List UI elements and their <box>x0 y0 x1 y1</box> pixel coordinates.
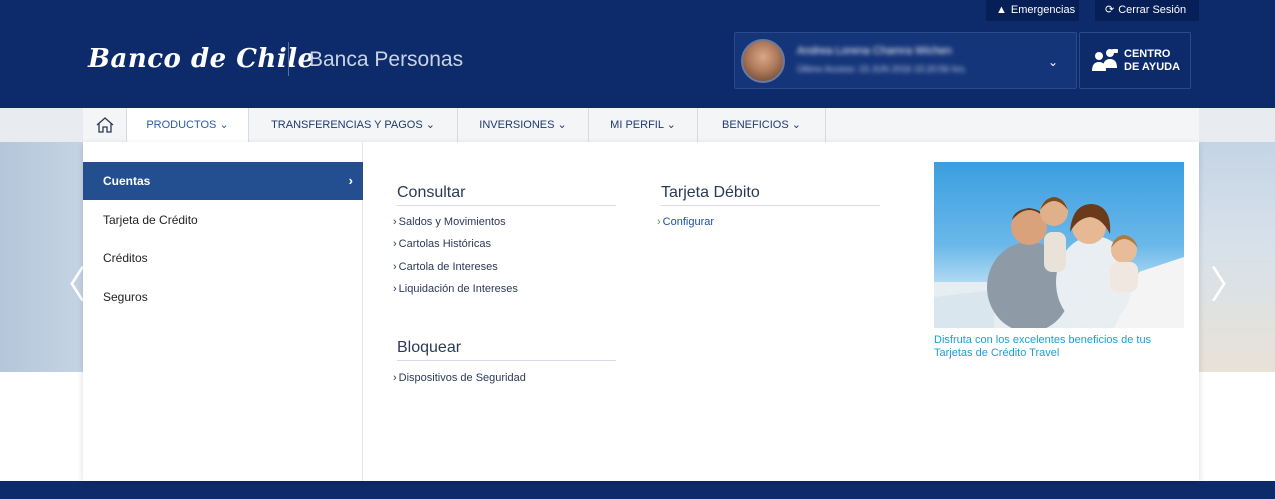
cerrar-sesion-button[interactable]: ⟳ Cerrar Sesión <box>1095 0 1199 21</box>
main-nav: PRODUCTOS ⌄ TRANSFERENCIAS Y PAGOS ⌄ INV… <box>0 108 1275 142</box>
help-label-line1: CENTRO <box>1124 48 1171 60</box>
emergencias-button[interactable]: ▲ Emergencias <box>986 0 1079 21</box>
chevron-left-icon[interactable]: 〈 <box>48 254 86 309</box>
warning-icon: ▲ <box>996 4 1007 16</box>
bank-logo[interactable]: Banco de Chile <box>88 44 315 74</box>
footer-bar <box>0 481 1275 499</box>
link-configurar[interactable]: › Configurar <box>657 216 714 228</box>
category-seguros[interactable]: Seguros <box>83 278 363 316</box>
category-creditos[interactable]: Créditos <box>83 239 363 277</box>
nav-transferencias-y-pagos[interactable]: TRANSFERENCIAS Y PAGOS ⌄ <box>249 108 458 142</box>
home-button[interactable] <box>83 108 127 142</box>
chevron-right-icon[interactable]: 〉 <box>1210 254 1248 309</box>
products-mega-menu: Cuentas › Tarjeta de Crédito Créditos Se… <box>83 142 1199 481</box>
nav-inversiones[interactable]: INVERSIONES ⌄ <box>458 108 589 142</box>
promo-link[interactable]: Disfruta con los excelentes beneficios d… <box>934 334 1184 360</box>
chevron-right-icon: › <box>348 173 353 188</box>
category-tarjeta-de-credito[interactable]: Tarjeta de Crédito <box>83 201 363 239</box>
people-icon <box>1092 49 1118 71</box>
link-saldos-y-movimientos[interactable]: › Saldos y Movimientos <box>393 216 506 228</box>
category-list: Cuentas › Tarjeta de Crédito Créditos Se… <box>83 142 363 481</box>
logo-divider <box>288 42 289 76</box>
nav-mi-perfil[interactable]: MI PERFIL ⌄ <box>589 108 698 142</box>
home-icon <box>96 117 113 133</box>
header: ▲ Emergencias ⟳ Cerrar Sesión Banco de C… <box>0 0 1275 108</box>
link-cartola-de-intereses[interactable]: › Cartola de Intereses <box>393 261 498 273</box>
category-cuentas[interactable]: Cuentas › <box>83 162 363 200</box>
consultar-heading: Consultar <box>397 184 616 206</box>
last-access: Último Acceso: 23 JUN 2016 15:20:56 hrs. <box>797 64 967 74</box>
nav-beneficios[interactable]: BENEFICIOS ⌄ <box>698 108 826 142</box>
link-dispositivos-de-seguridad[interactable]: › Dispositivos de Seguridad <box>393 372 526 384</box>
help-label-line2: DE AYUDA <box>1124 61 1181 73</box>
family-photo <box>934 197 1184 328</box>
chevron-down-icon[interactable]: ⌄ <box>1048 55 1058 69</box>
link-liquidacion-de-intereses[interactable]: › Liquidación de Intereses <box>393 283 518 295</box>
tarjeta-debito-heading: Tarjeta Débito <box>661 184 880 206</box>
bloquear-heading: Bloquear <box>397 339 616 361</box>
promo-image[interactable] <box>934 162 1184 328</box>
user-menu[interactable]: Andrea Lorena Chamra Wichen Último Acces… <box>734 32 1077 89</box>
nav-productos[interactable]: PRODUCTOS ⌄ <box>127 108 249 142</box>
user-name: Andrea Lorena Chamra Wichen <box>797 45 952 57</box>
help-center-button[interactable]: CENTRO DE AYUDA <box>1079 32 1191 89</box>
logout-icon: ⟳ <box>1105 4 1115 16</box>
link-cartolas-historicas[interactable]: › Cartolas Históricas <box>393 238 491 250</box>
avatar <box>741 39 785 83</box>
section-title: Banca Personas <box>309 48 464 71</box>
